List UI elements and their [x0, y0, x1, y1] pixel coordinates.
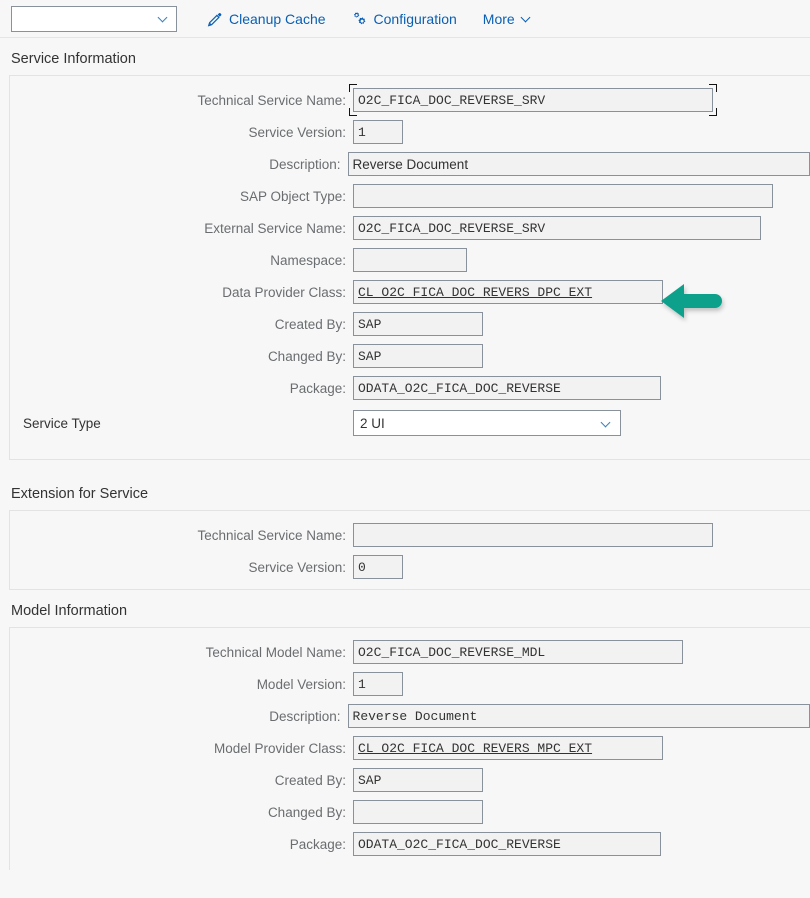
row-package: Package: ODATA_O2C_FICA_DOC_REVERSE — [10, 372, 810, 404]
row-model-package: Package: ODATA_O2C_FICA_DOC_REVERSE — [10, 828, 810, 860]
row-technical-model-name: Technical Model Name: O2C_FICA_DOC_REVER… — [10, 636, 810, 668]
row-namespace: Namespace: — [10, 244, 810, 276]
label-technical-model-name: Technical Model Name: — [205, 644, 346, 660]
label-model-description: Description: — [269, 708, 341, 724]
row-external-service-name: External Service Name: O2C_FICA_DOC_REVE… — [10, 212, 810, 244]
chevron-down-icon — [521, 13, 532, 24]
input-changed-by[interactable]: SAP — [353, 344, 483, 368]
value-changed-by: SAP — [358, 348, 382, 364]
row-description: Description: Reverse Document — [10, 148, 810, 180]
chevron-down-icon — [158, 13, 169, 24]
panel-service-information: Technical Service Name: O2C_FICA_DOC_REV… — [9, 75, 810, 460]
input-ext-technical-service-name[interactable] — [353, 523, 713, 547]
value-created-by: SAP — [358, 316, 382, 332]
more-menu-button[interactable]: More — [470, 7, 545, 31]
input-ext-service-version[interactable]: 0 — [353, 555, 403, 579]
row-model-provider-class: Model Provider Class: CL_O2C_FICA_DOC_RE… — [10, 732, 810, 764]
input-model-version[interactable]: 1 — [353, 672, 403, 696]
value-technical-service-name: O2C_FICA_DOC_REVERSE_SRV — [358, 92, 546, 108]
input-namespace[interactable] — [353, 248, 467, 272]
value-package: ODATA_O2C_FICA_DOC_REVERSE — [358, 380, 561, 396]
value-model-created-by: SAP — [358, 772, 382, 788]
toolbar: Cleanup Cache Configuration More — [0, 0, 810, 38]
input-model-provider-class[interactable]: CL_O2C_FICA_DOC_REVERS_MPC_EXT — [353, 736, 663, 760]
input-data-provider-class[interactable]: CL_O2C_FICA_DOC_REVERS_DPC_EXT — [353, 280, 663, 304]
input-external-service-name[interactable]: O2C_FICA_DOC_REVERSE_SRV — [353, 216, 761, 240]
row-ext-technical-service-name: Technical Service Name: — [10, 519, 810, 551]
row-model-version: Model Version: 1 — [10, 668, 810, 700]
value-model-package: ODATA_O2C_FICA_DOC_REVERSE — [358, 836, 561, 852]
label-service-version: Service Version: — [248, 124, 346, 140]
label-technical-service-name: Technical Service Name: — [197, 92, 346, 108]
value-technical-model-name: O2C_FICA_DOC_REVERSE_MDL — [358, 644, 546, 660]
value-model-version: 1 — [358, 676, 366, 692]
pencil-icon — [207, 11, 223, 27]
row-model-changed-by: Changed By: — [10, 796, 810, 828]
label-sap-object-type: SAP Object Type: — [239, 188, 346, 204]
input-technical-model-name[interactable]: O2C_FICA_DOC_REVERSE_MDL — [353, 640, 683, 664]
label-model-provider-class: Model Provider Class: — [213, 740, 346, 756]
section-title-model-information: Model Information — [11, 603, 128, 619]
label-created-by: Created By: — [274, 316, 346, 332]
configuration-label: Configuration — [373, 10, 457, 27]
input-technical-service-name[interactable]: O2C_FICA_DOC_REVERSE_SRV — [353, 88, 713, 112]
input-service-version[interactable]: 1 — [353, 120, 403, 144]
input-model-description[interactable]: Reverse Document — [347, 704, 810, 728]
value-description: Reverse Document — [352, 156, 469, 172]
gears-icon — [352, 11, 368, 27]
focus-indicator: O2C_FICA_DOC_REVERSE_SRV — [349, 84, 717, 116]
input-description[interactable]: Reverse Document — [347, 152, 810, 176]
value-service-version: 1 — [358, 124, 366, 140]
input-model-created-by[interactable]: SAP — [353, 768, 483, 792]
value-ext-service-version: 0 — [358, 559, 366, 575]
row-model-description: Description: Reverse Document — [10, 700, 810, 732]
row-service-version: Service Version: 1 — [10, 116, 810, 148]
form-content: Service Information Technical Service Na… — [0, 38, 810, 870]
select-service-type[interactable]: 2 UI — [353, 410, 621, 436]
chevron-down-icon — [601, 418, 612, 429]
label-data-provider-class: Data Provider Class: — [222, 284, 346, 300]
row-ext-service-version: Service Version: 0 — [10, 551, 810, 583]
value-external-service-name: O2C_FICA_DOC_REVERSE_SRV — [358, 220, 546, 236]
label-description: Description: — [269, 156, 341, 172]
row-sap-object-type: SAP Object Type: — [10, 180, 810, 212]
input-created-by[interactable]: SAP — [353, 312, 483, 336]
row-changed-by: Changed By: SAP — [10, 340, 810, 372]
cleanup-cache-label: Cleanup Cache — [229, 10, 326, 27]
label-changed-by: Changed By: — [267, 348, 346, 364]
row-data-provider-class: Data Provider Class: CL_O2C_FICA_DOC_REV… — [10, 276, 810, 308]
value-model-description: Reverse Document — [352, 708, 478, 724]
section-title-service-information: Service Information — [11, 51, 136, 67]
label-external-service-name: External Service Name: — [204, 220, 346, 236]
configuration-button[interactable]: Configuration — [339, 7, 470, 31]
input-package[interactable]: ODATA_O2C_FICA_DOC_REVERSE — [353, 376, 661, 400]
value-service-type: 2 UI — [360, 415, 385, 431]
panel-model-information: Technical Model Name: O2C_FICA_DOC_REVER… — [9, 627, 810, 870]
row-technical-service-name: Technical Service Name: O2C_FICA_DOC_REV… — [10, 84, 810, 116]
label-model-version: Model Version: — [256, 676, 346, 692]
label-ext-service-version: Service Version: — [248, 559, 346, 575]
input-model-package[interactable]: ODATA_O2C_FICA_DOC_REVERSE — [353, 832, 661, 856]
more-menu-label: More — [482, 10, 515, 27]
service-selector-dropdown[interactable] — [11, 5, 177, 32]
row-created-by: Created By: SAP — [10, 308, 810, 340]
cleanup-cache-button[interactable]: Cleanup Cache — [194, 7, 339, 31]
label-namespace: Namespace: — [270, 252, 346, 268]
label-model-created-by: Created By: — [274, 772, 346, 788]
value-data-provider-class[interactable]: CL_O2C_FICA_DOC_REVERS_DPC_EXT — [358, 285, 592, 300]
panel-extension-for-service: Technical Service Name: Service Version:… — [9, 510, 810, 590]
section-title-extension-for-service: Extension for Service — [11, 486, 149, 502]
label-package: Package: — [289, 380, 346, 396]
label-service-type: Service Type — [23, 415, 101, 431]
input-model-changed-by[interactable] — [353, 800, 483, 824]
input-sap-object-type[interactable] — [353, 184, 773, 208]
row-model-created-by: Created By: SAP — [10, 764, 810, 796]
label-model-package: Package: — [289, 836, 346, 852]
toolbar-actions: Cleanup Cache Configuration More — [194, 7, 545, 31]
row-service-type: Service Type 2 UI — [10, 404, 810, 442]
value-model-provider-class[interactable]: CL_O2C_FICA_DOC_REVERS_MPC_EXT — [358, 741, 592, 756]
label-model-changed-by: Changed By: — [267, 804, 346, 820]
label-ext-technical-service-name: Technical Service Name: — [197, 527, 346, 543]
